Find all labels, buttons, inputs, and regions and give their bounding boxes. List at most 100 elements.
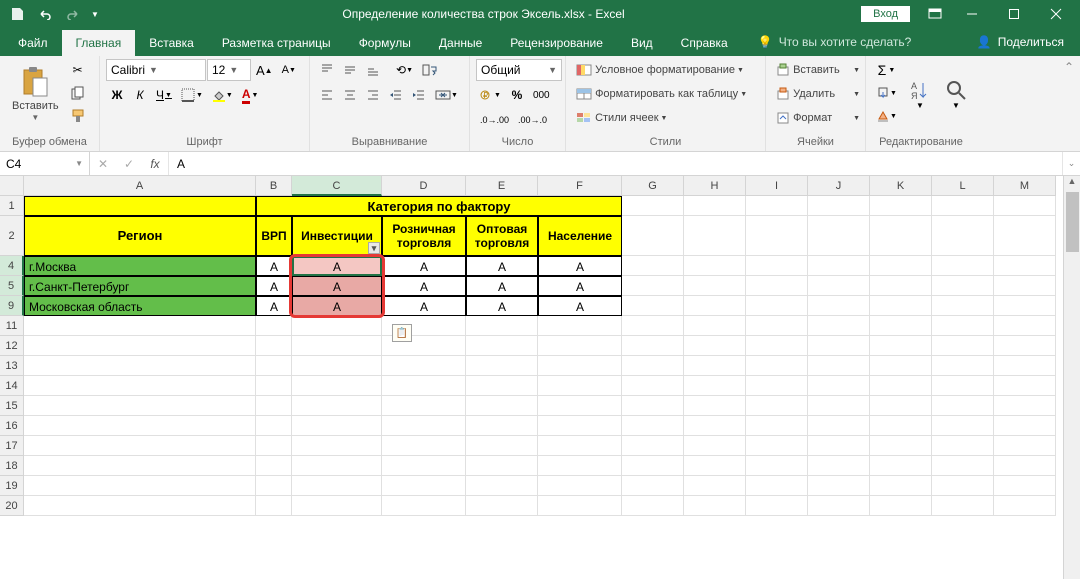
cell[interactable] bbox=[932, 216, 994, 256]
col-header[interactable]: A bbox=[24, 176, 256, 196]
cell[interactable] bbox=[994, 496, 1056, 516]
cell[interactable] bbox=[684, 256, 746, 276]
decrease-decimal-icon[interactable]: .00→.0 bbox=[514, 109, 551, 131]
vertical-scrollbar[interactable]: ▲ bbox=[1063, 176, 1080, 579]
cell[interactable] bbox=[994, 416, 1056, 436]
cell[interactable] bbox=[994, 456, 1056, 476]
cell[interactable] bbox=[994, 216, 1056, 256]
cell[interactable]: Розничная торговля bbox=[382, 216, 466, 256]
sort-filter-button[interactable]: AЯ▼ bbox=[903, 59, 937, 129]
cell[interactable] bbox=[256, 336, 292, 356]
cell[interactable] bbox=[808, 316, 870, 336]
cell[interactable] bbox=[256, 416, 292, 436]
cell[interactable] bbox=[622, 356, 684, 376]
cell[interactable] bbox=[808, 476, 870, 496]
cell[interactable] bbox=[24, 316, 256, 336]
cell[interactable] bbox=[994, 376, 1056, 396]
cell[interactable] bbox=[382, 396, 466, 416]
cell[interactable] bbox=[292, 336, 382, 356]
clear-icon[interactable]: ▼ bbox=[872, 105, 901, 127]
cell[interactable] bbox=[684, 436, 746, 456]
cell[interactable] bbox=[746, 416, 808, 436]
cell[interactable]: A bbox=[382, 256, 466, 276]
cell[interactable]: A bbox=[256, 276, 292, 296]
cell[interactable] bbox=[622, 436, 684, 456]
maximize-button[interactable] bbox=[994, 0, 1034, 28]
cell[interactable] bbox=[256, 356, 292, 376]
cell[interactable]: A bbox=[538, 256, 622, 276]
cell[interactable] bbox=[538, 436, 622, 456]
cell[interactable] bbox=[870, 436, 932, 456]
cell[interactable]: A bbox=[292, 256, 382, 276]
cell[interactable] bbox=[24, 416, 256, 436]
cell-region-header[interactable]: Регион bbox=[24, 216, 256, 256]
col-header[interactable]: H bbox=[684, 176, 746, 196]
cell[interactable] bbox=[746, 436, 808, 456]
cell[interactable] bbox=[382, 376, 466, 396]
cell[interactable] bbox=[622, 276, 684, 296]
cell[interactable] bbox=[292, 316, 382, 336]
cell[interactable] bbox=[684, 416, 746, 436]
autosum-icon[interactable]: Σ▼ bbox=[872, 59, 901, 81]
cell[interactable] bbox=[622, 476, 684, 496]
cell[interactable]: A bbox=[292, 296, 382, 316]
cell[interactable] bbox=[24, 356, 256, 376]
format-painter-icon[interactable] bbox=[67, 105, 89, 127]
cell[interactable]: ВРП bbox=[256, 216, 292, 256]
paste-button[interactable]: Вставить ▼ bbox=[6, 59, 65, 129]
align-center-icon[interactable] bbox=[339, 84, 361, 106]
cell[interactable]: Население bbox=[538, 216, 622, 256]
row-header[interactable]: 2 bbox=[0, 216, 24, 256]
cell[interactable] bbox=[932, 196, 994, 216]
cell[interactable]: Оптовая торговля bbox=[466, 216, 538, 256]
cell[interactable] bbox=[808, 376, 870, 396]
cell[interactable] bbox=[746, 336, 808, 356]
cell[interactable] bbox=[808, 356, 870, 376]
cell[interactable] bbox=[808, 216, 870, 256]
cell[interactable] bbox=[622, 456, 684, 476]
cell[interactable] bbox=[746, 216, 808, 256]
cell[interactable] bbox=[746, 376, 808, 396]
qat-customize-icon[interactable]: ▼ bbox=[88, 2, 102, 26]
cell[interactable] bbox=[24, 396, 256, 416]
cell-category-header[interactable]: Категория по фактору bbox=[256, 196, 622, 216]
cell[interactable] bbox=[622, 396, 684, 416]
save-icon[interactable] bbox=[4, 2, 30, 26]
cell[interactable] bbox=[292, 416, 382, 436]
tab-formulas[interactable]: Формулы bbox=[345, 30, 425, 56]
cell[interactable] bbox=[256, 476, 292, 496]
cell[interactable]: A bbox=[466, 296, 538, 316]
cell[interactable] bbox=[622, 316, 684, 336]
cell[interactable] bbox=[746, 296, 808, 316]
row-header[interactable]: 12 bbox=[0, 336, 24, 356]
cells-area[interactable]: Категория по фактору Регион ВРП Инвестиц… bbox=[24, 196, 1056, 579]
cell-styles-button[interactable]: Стили ячеек▼ bbox=[572, 107, 762, 129]
cell[interactable] bbox=[870, 496, 932, 516]
cancel-formula-icon[interactable]: ✕ bbox=[90, 152, 116, 175]
tab-review[interactable]: Рецензирование bbox=[496, 30, 617, 56]
cell[interactable] bbox=[256, 436, 292, 456]
cell[interactable] bbox=[292, 496, 382, 516]
wrap-text-icon[interactable] bbox=[418, 59, 442, 81]
filter-icon[interactable]: ▾ bbox=[368, 242, 380, 254]
row-header[interactable]: 1 bbox=[0, 196, 24, 216]
cell[interactable]: A bbox=[538, 276, 622, 296]
cell[interactable] bbox=[808, 496, 870, 516]
name-box[interactable]: C4▼ bbox=[0, 152, 90, 175]
cell[interactable] bbox=[622, 216, 684, 256]
decrease-font-icon[interactable]: A▼ bbox=[278, 59, 300, 81]
copy-icon[interactable] bbox=[67, 82, 89, 104]
row-header[interactable]: 15 bbox=[0, 396, 24, 416]
col-header[interactable]: D bbox=[382, 176, 466, 196]
cell[interactable] bbox=[538, 376, 622, 396]
cell[interactable] bbox=[538, 396, 622, 416]
formula-bar-input[interactable]: A bbox=[169, 152, 1062, 175]
close-button[interactable] bbox=[1036, 0, 1076, 28]
cell[interactable] bbox=[870, 276, 932, 296]
orientation-icon[interactable]: ⟲▼ bbox=[392, 59, 417, 81]
col-header[interactable]: M bbox=[994, 176, 1056, 196]
undo-icon[interactable] bbox=[32, 2, 58, 26]
cell[interactable] bbox=[994, 296, 1056, 316]
cell[interactable] bbox=[256, 456, 292, 476]
cell[interactable] bbox=[808, 396, 870, 416]
